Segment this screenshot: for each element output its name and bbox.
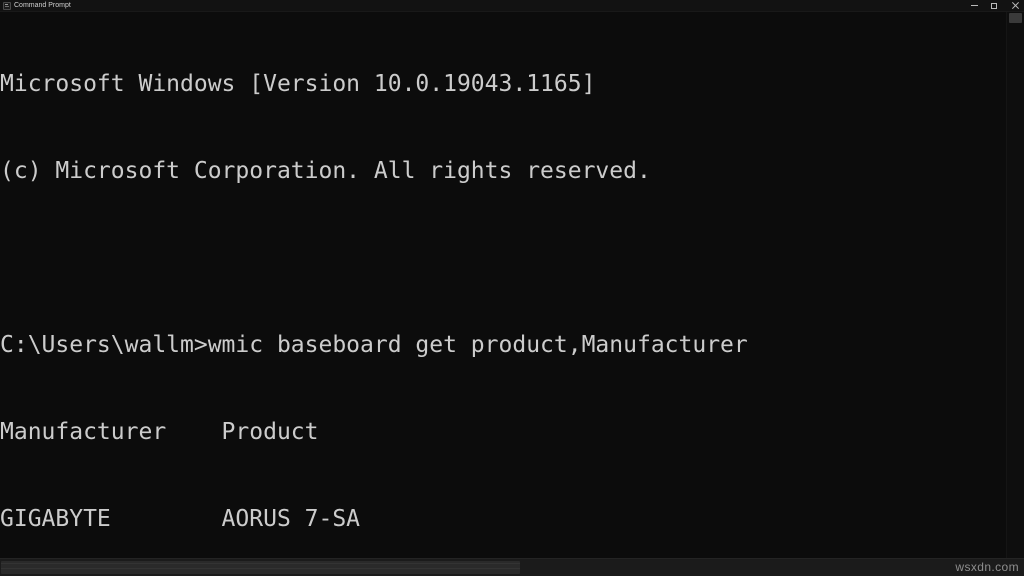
horizontal-scrollbar-thumb[interactable] <box>1 561 520 574</box>
console-table-row: GIGABYTE AORUS 7-SA <box>0 506 361 532</box>
console-icon <box>3 1 11 10</box>
console-table-header: Manufacturer Product <box>0 419 319 445</box>
maximize-icon <box>991 2 997 9</box>
vertical-scrollbar-thumb[interactable] <box>1009 13 1022 23</box>
close-button[interactable] <box>1004 0 1024 12</box>
console-text: Microsoft Windows [Version 10.0.19043.11… <box>0 12 1006 558</box>
console-command-line: C:\Users\wallm>wmic baseboard get produc… <box>0 332 748 358</box>
title-bar[interactable]: Command Prompt <box>0 0 1024 12</box>
console-output-area[interactable]: Microsoft Windows [Version 10.0.19043.11… <box>0 12 1006 558</box>
maximize-button[interactable] <box>984 0 1004 12</box>
horizontal-scrollbar[interactable] <box>0 558 1024 576</box>
close-icon <box>1011 2 1018 9</box>
console-line: Microsoft Windows [Version 10.0.19043.11… <box>0 71 596 97</box>
console-line: (c) Microsoft Corporation. All rights re… <box>0 158 651 184</box>
vertical-scrollbar[interactable] <box>1006 12 1024 558</box>
minimize-icon <box>970 5 978 6</box>
minimize-button[interactable] <box>964 0 984 12</box>
window-title: Command Prompt <box>14 1 71 9</box>
window-controls <box>964 0 1024 12</box>
title-bar-left: Command Prompt <box>0 1 71 10</box>
command-prompt-window: Command Prompt Microsoft Windows [Versio… <box>0 0 1024 576</box>
